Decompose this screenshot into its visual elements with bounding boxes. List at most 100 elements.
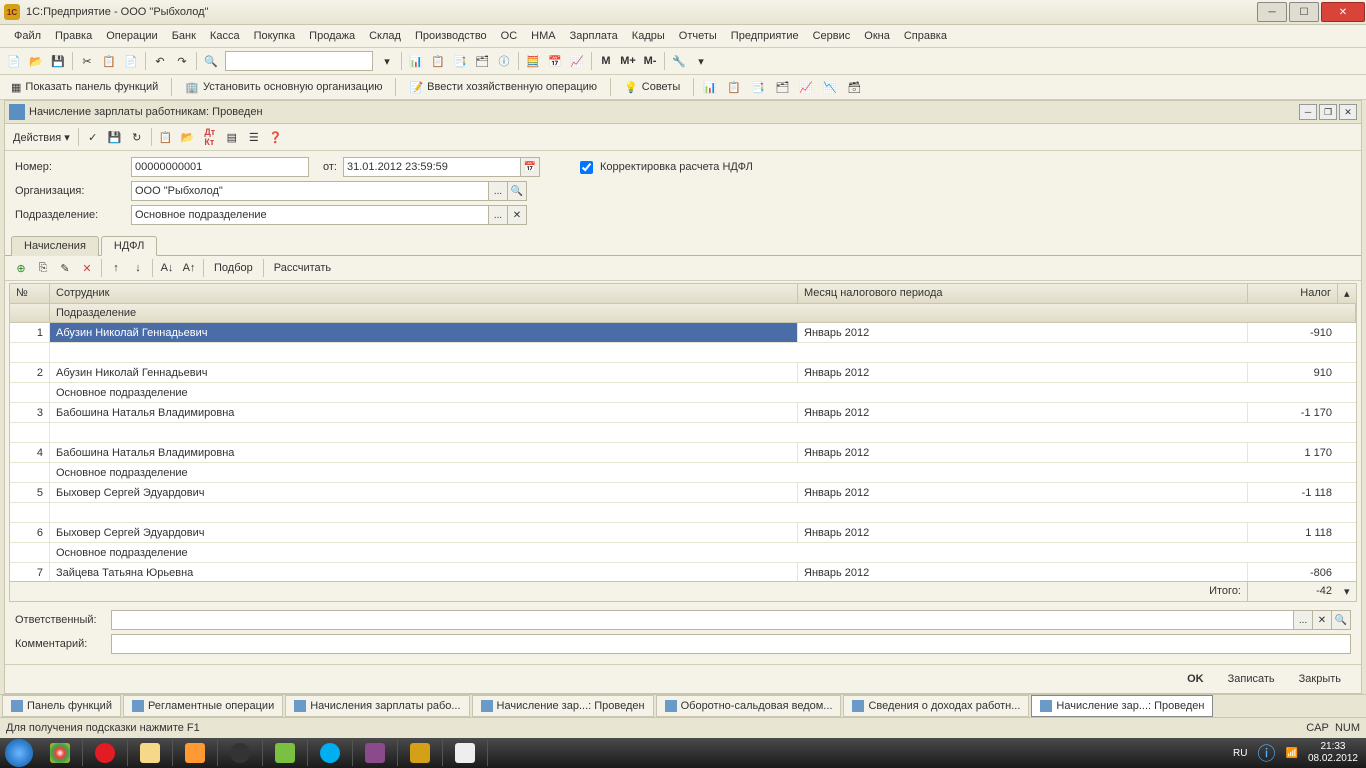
col-employee[interactable]: Сотрудник (50, 284, 798, 303)
table-sub-row[interactable] (10, 503, 1356, 523)
add-copy-icon[interactable]: ⎘ (33, 258, 53, 278)
menu-warehouse[interactable]: Склад (363, 28, 407, 44)
menu-help[interactable]: Справка (898, 28, 953, 44)
doc-min-button[interactable]: ─ (1299, 104, 1317, 120)
task-osv[interactable]: Оборотно-сальдовая ведом... (656, 695, 842, 717)
search-icon[interactable]: 🔍 (201, 51, 221, 71)
taskbar-explorer[interactable] (128, 740, 173, 766)
struct-icon[interactable]: ▤ (222, 127, 242, 147)
tips-button[interactable]: 💡Советы (617, 78, 687, 97)
table-sub-row[interactable]: Основное подразделение (10, 543, 1356, 563)
taskbar-mediaplayer[interactable] (173, 740, 218, 766)
report-icon[interactable]: 📈 (796, 77, 816, 97)
org-select-button[interactable]: ... (489, 181, 508, 201)
doc-close-button[interactable]: ✕ (1339, 104, 1357, 120)
menu-enterprise[interactable]: Предприятие (725, 28, 805, 44)
write-button[interactable]: Записать (1220, 670, 1283, 688)
m-plus-icon[interactable]: M+ (618, 51, 638, 71)
menu-file[interactable]: Файл (8, 28, 47, 44)
table-sub-row[interactable] (10, 423, 1356, 443)
set-org-button[interactable]: 🏢Установить основную организацию (178, 78, 389, 97)
enter-op-button[interactable]: 📝Ввести хозяйственную операцию (402, 78, 604, 97)
report-icon[interactable]: 📋 (724, 77, 744, 97)
menu-salary[interactable]: Зарплата (564, 28, 624, 44)
table-row[interactable]: 7Зайцева Татьяна ЮрьевнаЯнварь 2012-806 (10, 563, 1356, 581)
col-department[interactable]: Подразделение (50, 304, 1356, 322)
refresh-icon[interactable]: ↻ (127, 127, 147, 147)
menu-operations[interactable]: Операции (100, 28, 163, 44)
dt-icon[interactable]: ДтКт (200, 127, 220, 147)
menu-edit[interactable]: Правка (49, 28, 98, 44)
move-down-icon[interactable]: ↓ (128, 258, 148, 278)
dropdown-icon[interactable]: ▾ (377, 51, 397, 71)
taskbar-skype[interactable] (308, 740, 353, 766)
settings-icon[interactable]: 🔧 (669, 51, 689, 71)
sort-desc-icon[interactable]: A↑ (179, 258, 199, 278)
task-panel[interactable]: Панель функций (2, 695, 121, 717)
menu-production[interactable]: Производство (409, 28, 493, 44)
menu-cash[interactable]: Касса (204, 28, 246, 44)
open-icon[interactable]: 📂 (26, 51, 46, 71)
tool-icon[interactable]: 📑 (450, 51, 470, 71)
report-icon[interactable]: 📉 (820, 77, 840, 97)
goto-icon[interactable]: 📂 (178, 127, 198, 147)
col-tax[interactable]: Налог (1248, 284, 1338, 303)
task-accruals[interactable]: Начисления зарплаты рабо... (285, 695, 469, 717)
menu-os[interactable]: ОС (495, 28, 524, 44)
calc-button[interactable]: Рассчитать (268, 262, 337, 274)
tool-icon[interactable]: 📊 (406, 51, 426, 71)
calc-icon[interactable]: 🧮 (523, 51, 543, 71)
list-icon[interactable]: ☰ (244, 127, 264, 147)
scroll-down-button[interactable]: ▾ (1338, 582, 1356, 601)
table-sub-row[interactable]: Основное подразделение (10, 463, 1356, 483)
search-input[interactable] (225, 51, 373, 71)
save-icon[interactable]: 💾 (105, 127, 125, 147)
table-row[interactable]: 2Абузин Николай ГеннадьевичЯнварь 201291… (10, 363, 1356, 383)
number-field[interactable]: 00000000001 (131, 157, 309, 177)
resp-field[interactable] (111, 610, 1294, 630)
undo-icon[interactable]: ↶ (150, 51, 170, 71)
task-income[interactable]: Сведения о доходах работн... (843, 695, 1029, 717)
tab-ndfl[interactable]: НДФЛ (101, 236, 157, 256)
taskbar-paint[interactable] (443, 740, 488, 766)
dropdown-icon[interactable]: ▾ (691, 51, 711, 71)
redo-icon[interactable]: ↷ (172, 51, 192, 71)
start-button[interactable] (0, 738, 38, 768)
menu-service[interactable]: Сервис (807, 28, 857, 44)
task-reg-ops[interactable]: Регламентные операции (123, 695, 283, 717)
table-row[interactable]: 4Бабошина Наталья ВладимировнаЯнварь 201… (10, 443, 1356, 463)
taskbar-hp[interactable] (218, 740, 263, 766)
paste-icon[interactable]: 📄 (121, 51, 141, 71)
col-number[interactable]: № (10, 284, 50, 303)
dep-clear-button[interactable]: ✕ (508, 205, 527, 225)
tray-help-icon[interactable]: ⓘ (1257, 740, 1275, 766)
ok-button[interactable]: OK (1179, 670, 1212, 688)
window-minimize-button[interactable]: ─ (1257, 2, 1287, 22)
menu-hr[interactable]: Кадры (626, 28, 671, 44)
window-close-button[interactable]: ✕ (1321, 2, 1365, 22)
menu-windows[interactable]: Окна (858, 28, 896, 44)
delete-icon[interactable]: ✕ (77, 258, 97, 278)
new-icon[interactable]: 📄 (4, 51, 24, 71)
resp-open-button[interactable]: 🔍 (1332, 610, 1351, 630)
tool-icon[interactable]: 📈 (567, 51, 587, 71)
help-icon[interactable]: ⓘ (494, 51, 514, 71)
table-row[interactable]: 1Абузин Николай ГеннадьевичЯнварь 2012-9… (10, 323, 1356, 343)
copy-icon[interactable]: 📋 (156, 127, 176, 147)
scroll-up-button[interactable]: ▴ (1338, 284, 1356, 303)
resp-select-button[interactable]: ... (1294, 610, 1313, 630)
table-row[interactable]: 6Быховер Сергей ЭдуардовичЯнварь 20121 1… (10, 523, 1356, 543)
edit-icon[interactable]: ✎ (55, 258, 75, 278)
save-icon[interactable]: 💾 (48, 51, 68, 71)
select-button[interactable]: Подбор (208, 262, 259, 274)
show-panel-button[interactable]: ▦Показать панель функций (4, 78, 165, 97)
copy-icon[interactable]: 📋 (99, 51, 119, 71)
tab-accruals[interactable]: Начисления (11, 236, 99, 256)
actions-menu[interactable]: Действия ▾ (9, 129, 74, 146)
table-row[interactable]: 3Бабошина Наталья ВладимировнаЯнварь 201… (10, 403, 1356, 423)
date-picker-button[interactable]: 📅 (521, 157, 540, 177)
menu-bank[interactable]: Банк (166, 28, 202, 44)
col-month[interactable]: Месяц налогового периода (798, 284, 1248, 303)
dep-select-button[interactable]: ... (489, 205, 508, 225)
doc-restore-button[interactable]: ❐ (1319, 104, 1337, 120)
